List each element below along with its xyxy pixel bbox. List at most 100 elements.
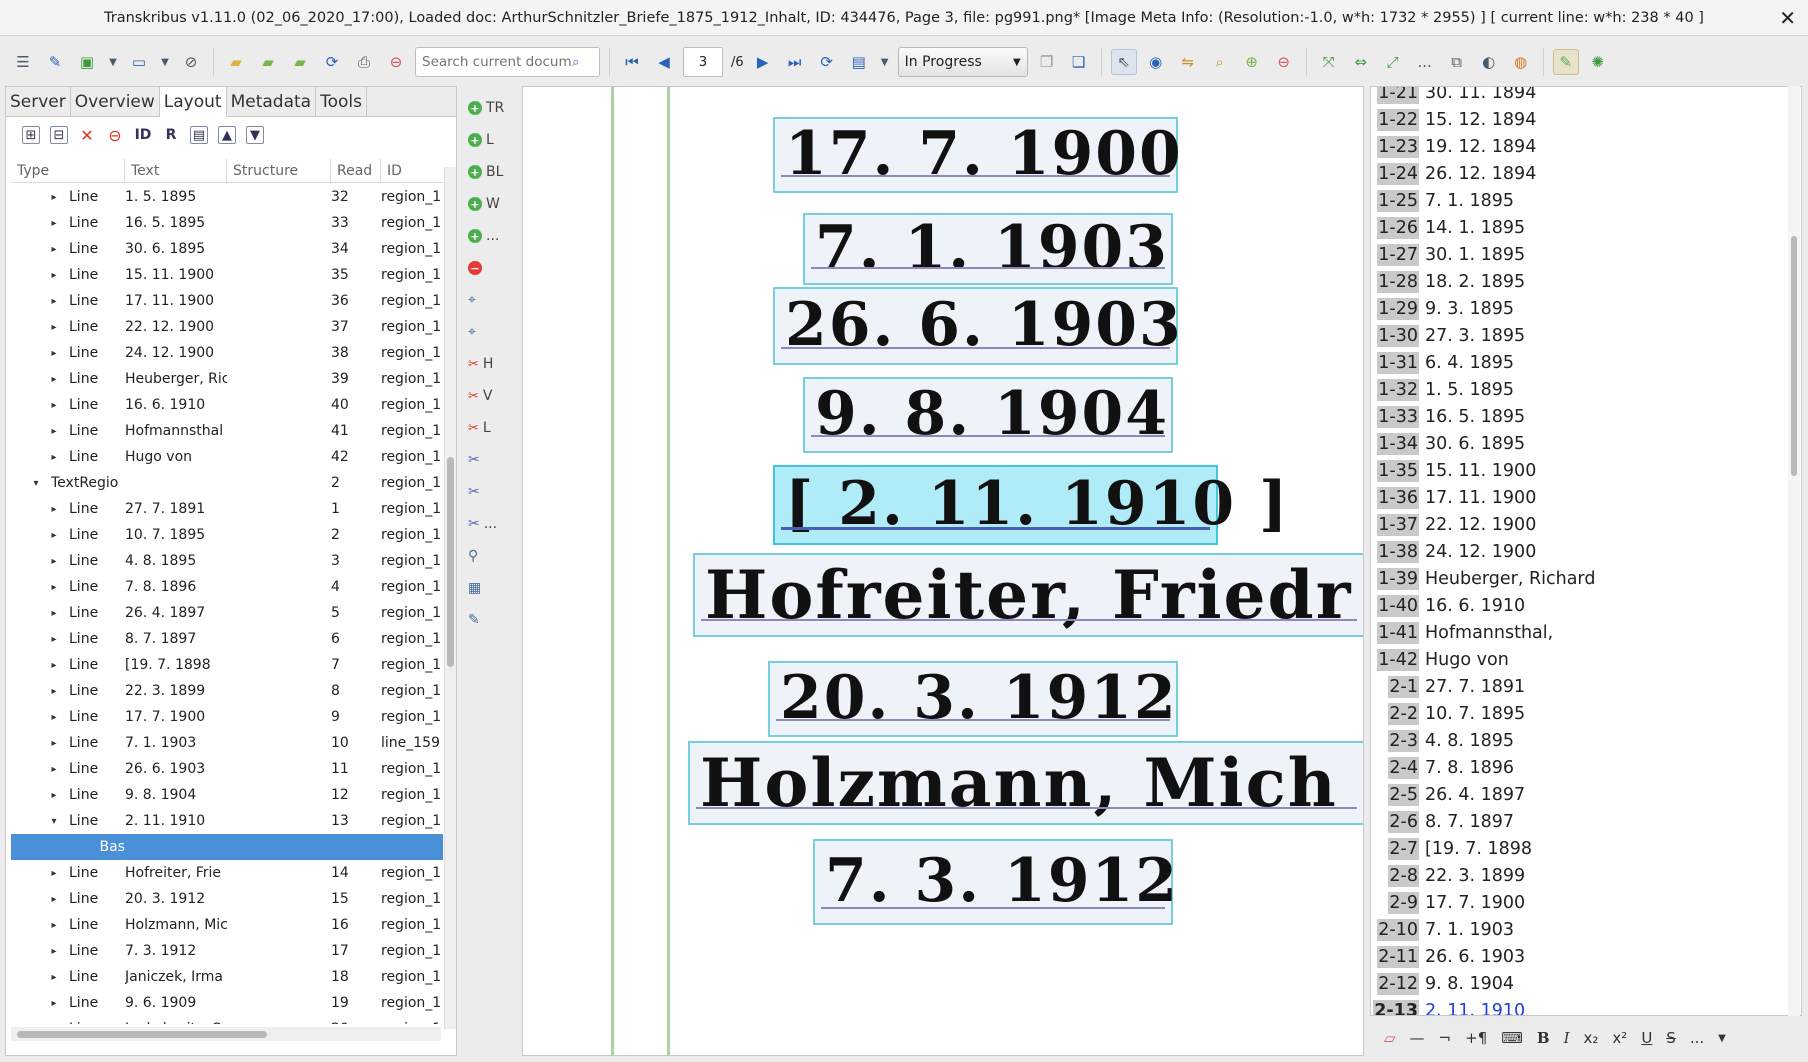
remove-icon[interactable]: ⊖ — [106, 126, 124, 145]
reading-order-icon[interactable]: R — [162, 126, 180, 144]
folder-add-icon[interactable]: ▰ — [255, 49, 281, 75]
transcription-line[interactable]: 1-37 22. 12. 1900 — [1371, 511, 1791, 538]
chevron-right-icon[interactable]: ▸ — [47, 218, 61, 229]
close-icon[interactable]: ✕ — [1779, 6, 1796, 30]
chevron-right-icon[interactable]: ▸ — [47, 452, 61, 463]
chevron-right-icon[interactable]: ▸ — [47, 764, 61, 775]
line-text[interactable]: 6. 4. 1895 — [1423, 353, 1514, 373]
line-text[interactable]: 26. 6. 1903 — [1423, 947, 1525, 967]
line-text[interactable]: 10. 7. 1895 — [1423, 704, 1525, 724]
add-element-button[interactable]: + L — [462, 124, 520, 156]
refresh-icon[interactable]: ⟳ — [319, 49, 345, 75]
chevron-down-icon[interactable]: ▾ — [47, 816, 61, 827]
layout-tree-row[interactable]: ▸ Line 9. 8. 1904 12 region_1 — [11, 782, 443, 808]
layout-tree-row[interactable]: ▸ Line 16. 6. 1910 40 region_1 — [11, 392, 443, 418]
reading-order-icon[interactable]: ⇋ — [1175, 49, 1201, 75]
line-text[interactable]: Hofmannsthal, — [1423, 623, 1553, 643]
canvas-tool-button[interactable]: ✂ — [462, 476, 520, 508]
canvas-tool-button[interactable]: ▦ — [462, 572, 520, 604]
delete-icon[interactable]: ✕ — [78, 126, 96, 145]
transcription-line[interactable]: 2-10 7. 1. 1903 — [1371, 916, 1791, 943]
remove-element-button[interactable]: − — [462, 252, 520, 284]
chevron-right-icon[interactable]: ▸ — [47, 374, 61, 385]
paragraph-icon[interactable]: +¶ — [1465, 1029, 1487, 1047]
layout-tree-row[interactable]: ▸ Line 15. 11. 1900 35 region_1 — [11, 262, 443, 288]
view-icon[interactable]: ◉ — [1143, 49, 1169, 75]
line-text[interactable]: 26. 12. 1894 — [1423, 164, 1536, 184]
line-text[interactable]: 16. 6. 1910 — [1423, 596, 1525, 616]
line-text[interactable]: Hugo von — [1423, 650, 1509, 670]
layout-tree-row[interactable]: ▸ Line 7. 8. 1896 4 region_1 — [11, 574, 443, 600]
chevron-right-icon[interactable]: ▸ — [47, 348, 61, 359]
tab-metadata[interactable]: Metadata — [227, 87, 317, 117]
line-text[interactable]: 27. 7. 1891 — [1423, 677, 1525, 697]
line-text[interactable]: 9. 3. 1895 — [1423, 299, 1514, 319]
line-text[interactable]: 30. 1. 1895 — [1423, 245, 1525, 265]
layout-tree-row[interactable]: ▸ Line 8. 7. 1897 6 region_1 — [11, 626, 443, 652]
folder-export-icon[interactable]: ▰ — [287, 49, 313, 75]
layout-tree-row[interactable]: ▸ Line 16. 5. 1895 33 region_1 — [11, 210, 443, 236]
layout-tree-row[interactable]: ▸ Line 22. 3. 1899 8 region_1 — [11, 678, 443, 704]
copy-icon[interactable]: ❏ — [1066, 49, 1092, 75]
layout-tree-row[interactable]: ▸ Line Holzmann, Mic 16 region_1 — [11, 912, 443, 938]
transcription-line[interactable]: 1-21 30. 11. 1894 — [1371, 87, 1791, 106]
collapse-all-icon[interactable]: ⊟ — [50, 126, 68, 144]
scrollbar-thumb[interactable] — [447, 457, 454, 667]
transcription-line[interactable]: 1-24 26. 12. 1894 — [1371, 160, 1791, 187]
layout-tree-row[interactable]: ▾ TextRegio 2 region_1 — [11, 470, 443, 496]
transcription-line[interactable]: 2-13 2. 11. 1910 — [1371, 997, 1791, 1015]
zoom-out-icon[interactable]: ⊖ — [1271, 49, 1297, 75]
transcription-line[interactable]: 1-25 7. 1. 1895 — [1371, 187, 1791, 214]
dash-icon[interactable]: — — [1410, 1029, 1425, 1047]
image-canvas[interactable]: 17. 7. 1900 7. 1. 1903 26. 6. 1903 9. 8. 19… — [522, 86, 1364, 1056]
zoom-icon[interactable]: ⌕ — [1207, 49, 1233, 75]
italic-button[interactable]: I — [1564, 1029, 1570, 1047]
more-tools-icon[interactable]: ... — [1412, 49, 1438, 75]
transcription-line[interactable]: 1-39 Heuberger, Richard — [1371, 565, 1791, 592]
add-element-button[interactable]: + BL — [462, 156, 520, 188]
scrollbar-thumb[interactable] — [1791, 236, 1797, 476]
chevron-right-icon[interactable]: ▸ — [47, 790, 61, 801]
chevron-right-icon[interactable]: ▸ — [47, 608, 61, 619]
line-text[interactable]: 17. 7. 1900 — [1423, 893, 1525, 913]
layout-tree-row[interactable]: ▸ Line 26. 4. 1897 5 region_1 — [11, 600, 443, 626]
first-page-icon[interactable]: ⏮ — [619, 49, 645, 75]
layout-tree-row[interactable]: ▸ Line 27. 7. 1891 1 region_1 — [11, 496, 443, 522]
column-header-text[interactable]: Text — [125, 159, 227, 182]
baseline[interactable] — [781, 347, 1170, 349]
layout-tree-row[interactable]: ▸ Line 24. 12. 1900 38 region_1 — [11, 340, 443, 366]
layout-tree-row[interactable]: ▸ Line Hugo von 42 region_1 — [11, 444, 443, 470]
chevron-right-icon[interactable]: ▸ — [47, 660, 61, 671]
strikethrough-button[interactable]: S — [1666, 1029, 1676, 1047]
layout-tree-row[interactable]: ▸ Line 26. 6. 1903 11 region_1 — [11, 756, 443, 782]
layout-tree-row[interactable]: ▸ Line 10. 7. 1895 2 region_1 — [11, 522, 443, 548]
scrollbar-thumb[interactable] — [17, 1031, 267, 1038]
transcription-line[interactable]: 1-40 16. 6. 1910 — [1371, 592, 1791, 619]
chevron-right-icon[interactable]: ▸ — [47, 322, 61, 333]
bold-button[interactable]: B — [1537, 1029, 1550, 1047]
layers-icon[interactable]: ⧉ — [1444, 49, 1470, 75]
line-text[interactable]: 19. 12. 1894 — [1423, 137, 1536, 157]
transcription-line[interactable]: 1-26 14. 1. 1895 — [1371, 214, 1791, 241]
split-button[interactable]: ✂ V — [462, 380, 520, 412]
line-text[interactable]: 18. 2. 1895 — [1423, 272, 1525, 292]
layout-tree-row[interactable]: ▸ Line [19. 7. 1898 7 region_1 — [11, 652, 443, 678]
line-text[interactable]: 27. 3. 1895 — [1423, 326, 1525, 346]
reload-page-icon[interactable]: ⟳ — [814, 49, 840, 75]
baseline[interactable] — [821, 907, 1165, 909]
chevron-right-icon[interactable]: ▸ — [47, 244, 61, 255]
add-element-button[interactable]: + TR — [462, 92, 520, 124]
chevron-right-icon[interactable]: ▸ — [47, 712, 61, 723]
contrast-icon[interactable]: ◐ — [1476, 49, 1502, 75]
canvas-tool-button[interactable]: ✎ — [462, 604, 520, 636]
superscript-button[interactable]: x² — [1612, 1029, 1627, 1047]
chevron-down-icon[interactable]: ▾ — [29, 478, 43, 489]
layout-tree-hscrollbar[interactable] — [11, 1027, 441, 1041]
fit-width-icon[interactable]: ⇔ — [1348, 49, 1374, 75]
selection-mode-icon[interactable]: ⇖ — [1110, 49, 1137, 75]
chevron-right-icon[interactable]: ▸ — [47, 556, 61, 567]
layout-tree-row[interactable]: ▸ Line Hofmannsthal 41 region_1 — [11, 418, 443, 444]
baseline[interactable] — [696, 807, 1357, 809]
search-input-box[interactable]: ⌕ — [415, 47, 600, 77]
column-header-structure[interactable]: Structure — [227, 159, 331, 182]
